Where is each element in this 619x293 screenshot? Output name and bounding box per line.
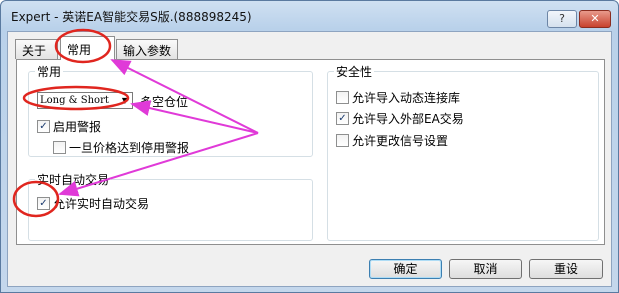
window-title: Expert - 英诺EA智能交易S版.(888898245)	[11, 10, 252, 24]
close-button[interactable]: ✕	[579, 10, 611, 28]
disable-alert-checkbox[interactable]	[53, 141, 66, 154]
cancel-button[interactable]: 取消	[449, 259, 522, 279]
tab-about[interactable]: 关于	[15, 39, 58, 59]
tab-input-parameters[interactable]: 输入参数	[116, 39, 178, 59]
enable-alerts-label: 启用警报	[53, 120, 102, 134]
dialog-client-area: 关于 常用 输入参数 常用 Long & Short ▼ 多空仓位 ✓ 启用警报 …	[7, 31, 612, 287]
tab-common[interactable]: 常用	[60, 36, 115, 60]
position-direction-value: Long & Short	[40, 95, 109, 106]
allow-dll-imports-row[interactable]: 允许导入动态连接库	[336, 89, 460, 105]
live-trading-group: 实时自动交易 ✓ 允许实时自动交易	[28, 171, 313, 241]
expert-dialog: Expert - 英诺EA智能交易S版.(888898245) ? ✕ 关于 常…	[0, 0, 619, 293]
ok-button[interactable]: 确定	[369, 259, 442, 279]
common-group: 常用 Long & Short ▼ 多空仓位 ✓ 启用警报 一旦价格达到停用警报	[28, 63, 313, 157]
allow-external-experts-label: 允许导入外部EA交易	[352, 112, 464, 126]
enable-alerts-checkbox[interactable]: ✓	[37, 120, 50, 133]
common-group-title: 常用	[35, 63, 64, 80]
allow-signal-changes-checkbox[interactable]	[336, 134, 349, 147]
disable-alert-row[interactable]: 一旦价格达到停用警报	[53, 139, 189, 155]
disable-alert-label: 一旦价格达到停用警报	[69, 141, 190, 155]
enable-alerts-row[interactable]: ✓ 启用警报	[37, 118, 101, 134]
chevron-down-icon[interactable]: ▼	[118, 93, 132, 108]
safety-group: 安全性 允许导入动态连接库 ✓ 允许导入外部EA交易 允许更改信号设置	[327, 63, 599, 241]
position-direction-select[interactable]: Long & Short ▼	[37, 92, 133, 109]
safety-group-title: 安全性	[334, 63, 375, 80]
allow-live-trading-row[interactable]: ✓ 允许实时自动交易	[37, 195, 149, 211]
title-bar[interactable]: Expert - 英诺EA智能交易S版.(888898245) ? ✕	[1, 1, 618, 29]
allow-live-trading-label: 允许实时自动交易	[53, 197, 150, 211]
tab-panel-common: 常用 Long & Short ▼ 多空仓位 ✓ 启用警报 一旦价格达到停用警报 …	[16, 59, 605, 245]
allow-signal-changes-row[interactable]: 允许更改信号设置	[336, 132, 448, 148]
allow-dll-imports-label: 允许导入动态连接库	[352, 91, 461, 105]
allow-dll-imports-checkbox[interactable]	[336, 91, 349, 104]
help-button[interactable]: ?	[547, 10, 577, 28]
allow-external-experts-checkbox[interactable]: ✓	[336, 112, 349, 125]
allow-external-experts-row[interactable]: ✓ 允许导入外部EA交易	[336, 110, 464, 126]
allow-signal-changes-label: 允许更改信号设置	[352, 134, 449, 148]
position-direction-label: 多空仓位	[140, 95, 189, 109]
allow-live-trading-checkbox[interactable]: ✓	[37, 197, 50, 210]
reset-button[interactable]: 重设	[529, 259, 603, 279]
live-trading-group-title: 实时自动交易	[35, 171, 112, 188]
